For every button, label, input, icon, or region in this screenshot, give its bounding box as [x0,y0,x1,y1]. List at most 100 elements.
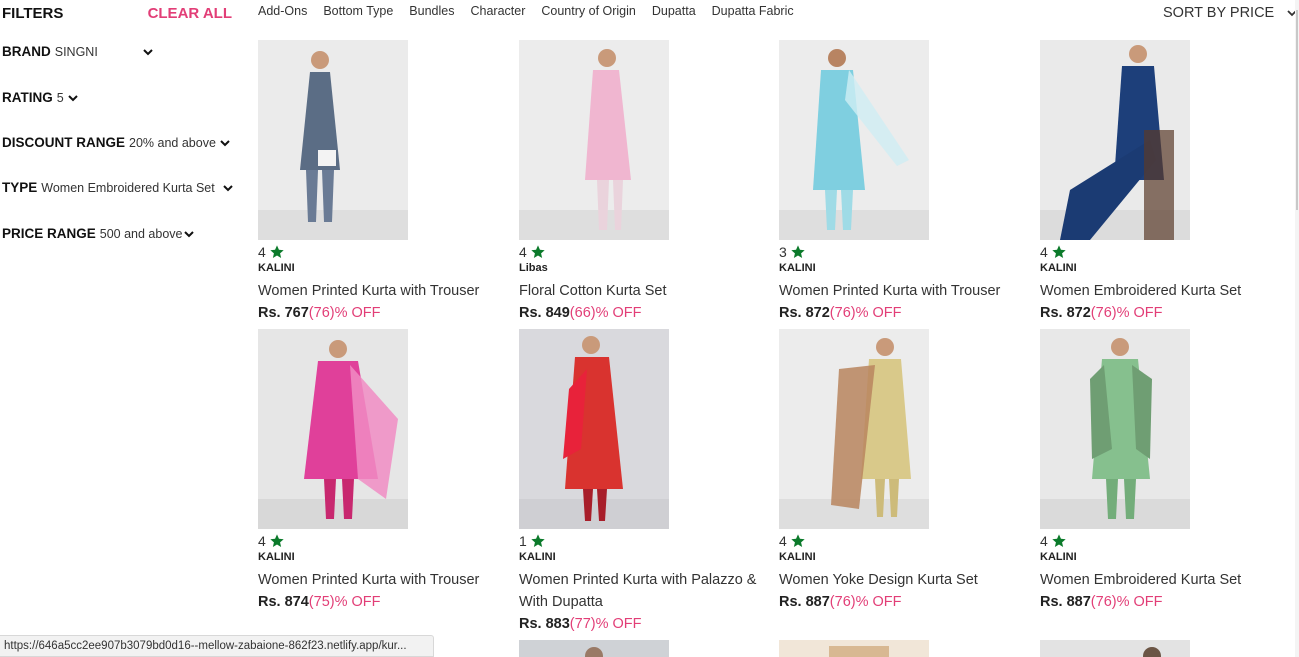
product-name[interactable]: Women Yoke Design Kurta Set [779,569,1029,591]
chevron-down-icon[interactable] [142,46,154,58]
price-value: Rs. 887 [779,594,830,610]
sort-label: SORT BY PRICE [1163,5,1275,21]
product-name[interactable]: Women Embroidered Kurta Set [1040,280,1290,302]
sort-by-price-dropdown[interactable]: SORT BY PRICE [1163,5,1298,21]
product-name[interactable]: Women Printed Kurta with Trouser [779,280,1029,302]
discount-value: (76)% OFF [1090,305,1163,321]
star-icon [270,245,284,258]
product-brand: KALINI [519,551,556,563]
filter-label: BRAND [2,44,51,59]
product-image[interactable] [258,329,408,529]
product-image[interactable] [519,40,669,240]
product-rating: 4 [1040,243,1290,261]
filter-type[interactable]: TYPE Women Embroidered Kurta Set [2,180,234,195]
category-filter-bar: Add-Ons Bottom Type Bundles Character Co… [258,4,810,18]
product-price: Rs. 872(76)% OFF [1040,302,1290,324]
category-add-ons[interactable]: Add-Ons [258,4,307,18]
rating-value: 4 [519,244,527,260]
product-card[interactable]: 1 KALINI Women Printed Kurta with Palazz… [519,329,769,635]
product-card[interactable]: 4 KALINI Women Embroidered Kurta Set Rs.… [1040,329,1290,613]
clear-all-button[interactable]: CLEAR ALL [148,5,232,22]
product-name[interactable]: Women Printed Kurta with Trouser [258,280,508,302]
product-image[interactable] [779,329,929,529]
product-card[interactable]: 4 KALINI Women Embroidered Kurta Set Rs.… [1040,40,1290,324]
product-image[interactable] [779,40,929,240]
product-image[interactable] [1040,329,1190,529]
product-card[interactable]: 4 KALINI Women Printed Kurta with Trouse… [258,329,508,613]
star-icon [1052,245,1066,258]
product-image[interactable] [1040,640,1190,657]
filter-price-range[interactable]: PRICE RANGE 500 and above [2,226,195,241]
product-rating: 3 [779,243,1029,261]
price-value: Rs. 872 [1040,305,1091,321]
product-brand: KALINI [1040,551,1077,563]
category-bundles[interactable]: Bundles [409,4,454,18]
filter-value: SINGNI [54,44,98,59]
product-card[interactable]: 4 Libas Floral Cotton Kurta Set Rs. 849(… [519,40,769,324]
star-icon [531,245,545,258]
price-value: Rs. 874 [258,594,309,610]
product-name[interactable]: Women Embroidered Kurta Set [1040,569,1290,591]
discount-value: (76)% OFF [1090,594,1163,610]
product-rating: 4 [258,243,508,261]
product-brand: Libas [519,262,548,274]
product-price: Rs. 767(76)% OFF [258,302,508,324]
product-price: Rs. 874(75)% OFF [258,591,508,613]
chevron-down-icon[interactable] [222,182,234,194]
scrollbar[interactable] [1295,0,1299,657]
filter-rating[interactable]: RATING 5 [2,90,79,105]
product-brand: KALINI [779,262,816,274]
filter-value: Women Embroidered Kurta Set [41,180,215,195]
product-price: Rs. 887(76)% OFF [779,591,1029,613]
product-image[interactable] [519,640,669,657]
product-brand: KALINI [779,551,816,563]
filters-title: FILTERS [2,5,64,22]
price-value: Rs. 872 [779,305,830,321]
star-icon [791,245,805,258]
filter-discount-range[interactable]: DISCOUNT RANGE 20% and above [2,135,231,150]
category-bottom-type[interactable]: Bottom Type [323,4,393,18]
rating-value: 4 [779,533,787,549]
filter-label: TYPE [2,180,38,195]
product-price: Rs. 872(76)% OFF [779,302,1029,324]
product-card[interactable]: 4 KALINI Women Yoke Design Kurta Set Rs.… [779,329,1029,613]
product-name[interactable]: Women Printed Kurta with Trouser [258,569,508,591]
product-name[interactable]: Floral Cotton Kurta Set [519,280,769,302]
category-country-of-origin[interactable]: Country of Origin [541,4,635,18]
star-icon [270,534,284,547]
chevron-down-icon[interactable] [67,92,79,104]
scrollbar-thumb[interactable] [1296,10,1298,210]
product-price: Rs. 849(66)% OFF [519,302,769,324]
product-image[interactable] [779,640,929,657]
category-character[interactable]: Character [470,4,525,18]
chevron-down-icon[interactable] [183,228,195,240]
discount-value: (76)% OFF [308,305,381,321]
rating-value: 3 [779,244,787,260]
category-dupatta-fabric[interactable]: Dupatta Fabric [712,4,794,18]
product-price: Rs. 883(77)% OFF [519,613,769,635]
product-brand: KALINI [258,262,295,274]
product-name[interactable]: Women Printed Kurta with Palazzo & With … [519,569,769,613]
product-image[interactable] [519,329,669,529]
discount-value: (66)% OFF [569,305,642,321]
product-card[interactable]: 4 KALINI Women Printed Kurta with Trouse… [258,40,508,324]
star-icon [791,534,805,547]
chevron-down-icon[interactable] [219,137,231,149]
product-listing-page: FILTERS CLEAR ALL BRAND SINGNI RATING 5 … [0,0,1299,657]
price-value: Rs. 849 [519,305,570,321]
price-value: Rs. 883 [519,616,570,632]
category-dupatta[interactable]: Dupatta [652,4,696,18]
discount-value: (76)% OFF [829,305,902,321]
filter-brand[interactable]: BRAND SINGNI [2,44,154,59]
filter-label: DISCOUNT RANGE [2,135,126,150]
price-value: Rs. 887 [1040,594,1091,610]
product-rating: 4 [519,243,769,261]
filter-label: PRICE RANGE [2,226,96,241]
product-brand: KALINI [258,551,295,563]
product-image[interactable] [1040,40,1190,240]
product-card[interactable]: 3 KALINI Women Printed Kurta with Trouse… [779,40,1029,324]
product-rating: 4 [1040,532,1290,550]
product-image[interactable] [258,40,408,240]
link-status-bar: https://646a5cc2ee907b3079bd0d16--mellow… [0,635,434,657]
star-icon [531,534,545,547]
